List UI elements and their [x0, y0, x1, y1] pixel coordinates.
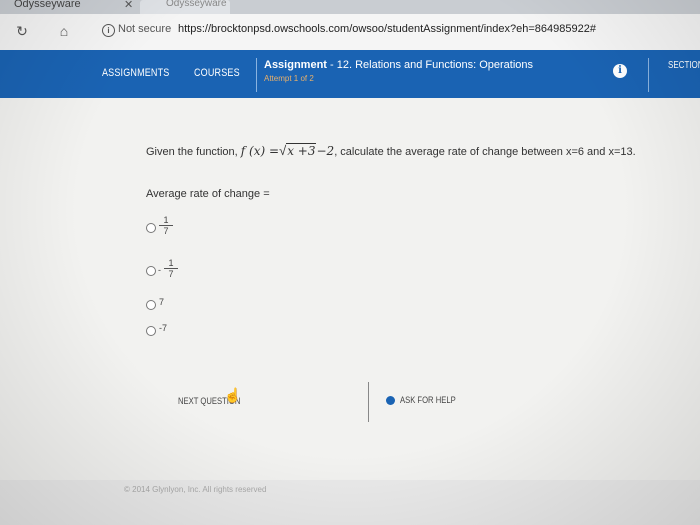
assignment-info-icon[interactable]: i — [613, 64, 627, 78]
security-label[interactable]: Not secure — [118, 23, 171, 35]
nav-section[interactable]: SECTION — [668, 60, 700, 71]
function-lhs: f (x) = — [240, 144, 280, 158]
home-icon[interactable]: ⌂ — [56, 23, 72, 39]
radio-button[interactable] — [146, 266, 156, 276]
option-2-sign: - — [158, 265, 161, 275]
option-4-label: -7 — [159, 323, 168, 333]
reload-icon[interactable]: ↻ — [14, 23, 30, 39]
question-suffix: , calculate the average rate of change b… — [334, 146, 636, 158]
info-icon[interactable]: i — [102, 24, 115, 37]
option-1-denominator: 7 — [163, 226, 169, 236]
function-radicand: x +3 — [286, 143, 317, 158]
answer-prompt: Average rate of change = — [146, 188, 270, 200]
browser-tab-bar: Odysseyware ✕ Odysseyware — [0, 0, 700, 14]
browser-tab-2[interactable]: Odysseyware — [140, 0, 230, 14]
hand-cursor-icon: ☝ — [224, 387, 242, 403]
radio-button[interactable] — [146, 223, 156, 233]
option-1-fraction: 1 7 — [159, 215, 173, 237]
nav-courses[interactable]: COURSES — [194, 67, 240, 79]
tab-title[interactable]: Odysseyware — [14, 0, 81, 10]
assignment-label: Assignment — [264, 59, 327, 71]
option-2-numerator: 1 — [164, 258, 178, 269]
question-prefix: Given the function, — [146, 146, 238, 158]
url-field[interactable]: https://brocktonpsd.owschools.com/owsoo/… — [178, 23, 596, 35]
address-bar: ↻ ⌂ i Not secure https://brocktonpsd.ows… — [0, 14, 700, 51]
help-icon[interactable] — [386, 396, 395, 405]
nav-assignments[interactable]: ASSIGNMENTS — [102, 67, 169, 79]
action-divider — [368, 382, 369, 422]
footer: © 2014 Glynlyon, Inc. All rights reserve… — [0, 480, 700, 525]
question-text: Given the function, f (x) =√x +3−2, calc… — [146, 143, 636, 158]
radio-button[interactable] — [146, 326, 156, 336]
tab2-title: Odysseyware — [166, 0, 227, 9]
option-1-numerator: 1 — [159, 215, 173, 226]
app-header: ASSIGNMENTS COURSES Assignment - 12. Rel… — [0, 50, 700, 98]
assignment-title: Assignment - 12. Relations and Functions… — [264, 59, 533, 71]
attempt-label: Attempt 1 of 2 — [264, 74, 314, 83]
function-constant: −2 — [316, 144, 335, 158]
option-2-denominator: 7 — [168, 269, 174, 279]
header-divider — [256, 58, 257, 92]
option-2-fraction: 1 7 — [164, 258, 178, 280]
radio-button[interactable] — [146, 300, 156, 310]
option-3-label: 7 — [159, 297, 165, 307]
header-divider-right — [648, 58, 649, 92]
ask-for-help-button[interactable]: ASK FOR HELP — [400, 395, 456, 405]
copyright-text: © 2014 Glynlyon, Inc. All rights reserve… — [124, 485, 267, 494]
assignment-name: - 12. Relations and Functions: Operation… — [330, 59, 534, 71]
tab-close-icon[interactable]: ✕ — [124, 0, 133, 11]
